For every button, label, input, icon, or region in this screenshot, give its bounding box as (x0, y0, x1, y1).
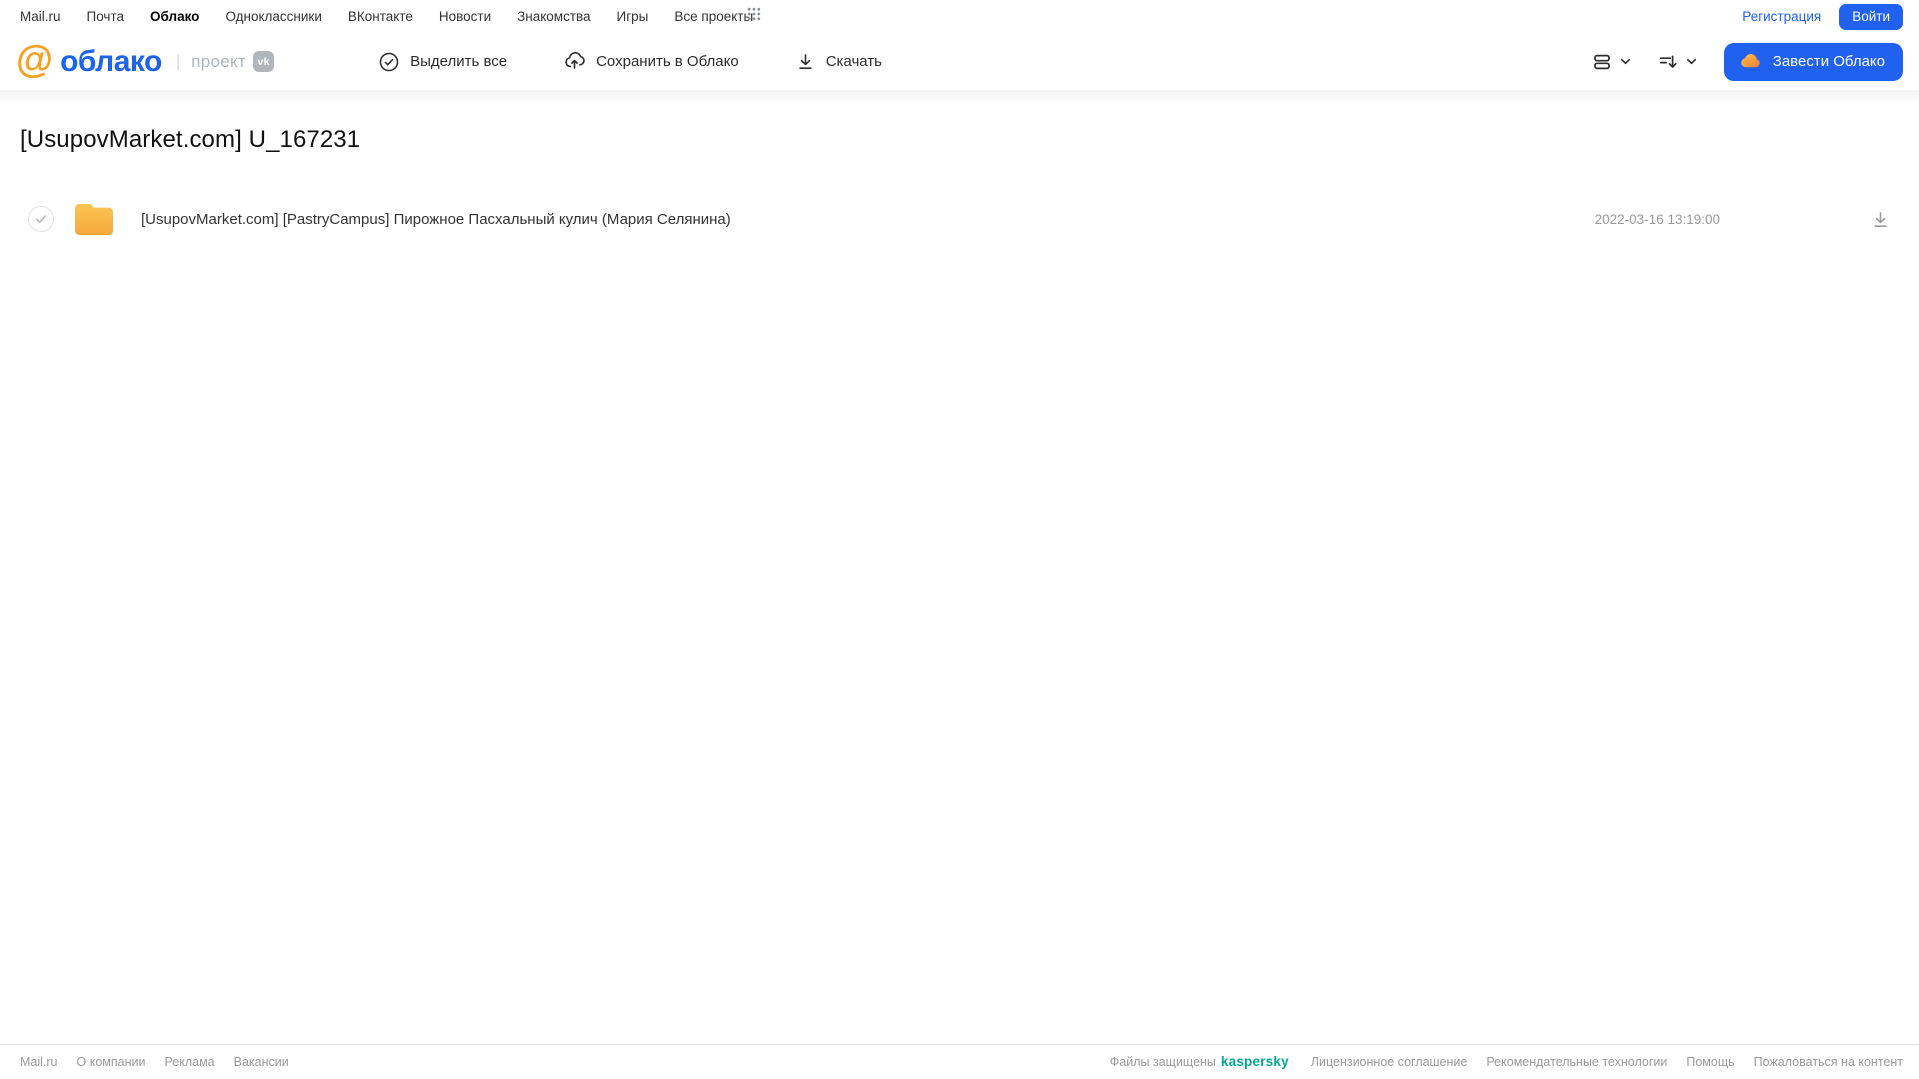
logo-divider: | (175, 51, 181, 71)
file-name-link[interactable]: [UsupovMarket.com] [PastryCampus] Пирожн… (141, 211, 731, 228)
portal-link-cloud[interactable]: Облако (150, 9, 199, 24)
footer-link-report[interactable]: Пожаловаться на контент (1754, 1055, 1903, 1069)
check-icon (35, 215, 47, 224)
chevron-down-icon (1686, 58, 1696, 65)
save-to-cloud-label: Сохранить в Облако (596, 53, 739, 70)
save-to-cloud-button[interactable]: Сохранить в Облако (563, 50, 739, 73)
cloud-logo[interactable]: @ облако | проект vk (16, 39, 275, 81)
footer-link-mailru[interactable]: Mail.ru (20, 1055, 58, 1069)
portal-link-ok[interactable]: Одноклассники (225, 9, 321, 24)
portal-link-dating[interactable]: Знакомства (517, 9, 590, 24)
apps-grid-icon[interactable] (747, 7, 761, 26)
footer-link-company[interactable]: О компании (77, 1055, 146, 1069)
portal-nav: Mail.ru Почта Облако Одноклассники ВКонт… (0, 0, 1919, 33)
download-label: Скачать (825, 53, 882, 70)
cloud-upload-icon (563, 50, 596, 73)
file-row[interactable]: [UsupovMarket.com] [PastryCampus] Пирожн… (20, 192, 1899, 246)
footer-right: Файлы защищены kaspersky Лицензионное сог… (1110, 1054, 1903, 1069)
file-date: 2022-03-16 13:19:00 (1594, 211, 1720, 227)
main-content: [UsupovMarket.com] U_167231 [UsupovMarke… (0, 126, 1919, 246)
row-checkbox[interactable] (28, 206, 54, 232)
chevron-down-icon (1620, 58, 1630, 65)
page-title: [UsupovMarket.com] U_167231 (20, 126, 361, 153)
footer-link-license[interactable]: Лицензионное соглашение (1311, 1055, 1468, 1069)
mailru-at-icon: @ (16, 39, 54, 81)
footer-link-vacancies[interactable]: Вакансии (234, 1055, 289, 1069)
download-button[interactable]: Скачать (795, 51, 882, 72)
download-icon (1874, 211, 1887, 227)
logo-project-label: проект (191, 51, 247, 71)
portal-link-games[interactable]: Игры (617, 9, 649, 24)
portal-link-mail[interactable]: Почта (87, 9, 125, 24)
register-link[interactable]: Регистрация (1742, 9, 1821, 24)
select-all-label: Выделить все (410, 53, 508, 70)
kaspersky-logo: kaspersky (1220, 1054, 1289, 1069)
footer-link-recommendations[interactable]: Рекомендательные технологии (1486, 1055, 1667, 1069)
footer-link-ads[interactable]: Реклама (164, 1055, 214, 1069)
logo-wordmark: облако (60, 44, 162, 78)
kaspersky-protected: Файлы защищены kaspersky (1110, 1054, 1289, 1069)
footer-link-help[interactable]: Помощь (1686, 1055, 1734, 1069)
portal-link-news[interactable]: Новости (439, 9, 491, 24)
auth-area: Регистрация Войти (1742, 3, 1903, 30)
get-cloud-button[interactable]: Завести Облако (1723, 42, 1903, 81)
get-cloud-label: Завести Облако (1772, 53, 1885, 70)
row-download-button[interactable] (1870, 209, 1891, 230)
portal-link-all-projects[interactable]: Все проекты (674, 9, 753, 24)
vk-logo-icon: vk (253, 51, 275, 72)
check-circle-icon (378, 51, 410, 73)
download-icon (795, 51, 826, 72)
sort-dropdown[interactable] (1658, 52, 1698, 72)
view-mode-dropdown[interactable] (1592, 52, 1632, 72)
list-view-icon (1592, 52, 1612, 72)
header-right-controls: Завести Облако (1592, 42, 1903, 81)
orange-cloud-icon (1738, 49, 1773, 74)
sort-icon (1658, 52, 1678, 72)
page-footer: Mail.ru О компании Реклама Вакансии Файл… (0, 1044, 1919, 1079)
protected-label: Файлы защищены (1109, 1055, 1216, 1069)
app-header: @ облако | проект vk Выделить все Сохран… (0, 33, 1919, 106)
select-all-button[interactable]: Выделить все (378, 51, 507, 73)
portal-link-mailru[interactable]: Mail.ru (20, 9, 61, 24)
login-button[interactable]: Войти (1839, 3, 1903, 30)
portal-link-vk[interactable]: ВКонтакте (348, 9, 413, 24)
file-toolbar: Выделить все Сохранить в Облако Скачать (378, 50, 882, 73)
folder-icon (73, 201, 115, 238)
